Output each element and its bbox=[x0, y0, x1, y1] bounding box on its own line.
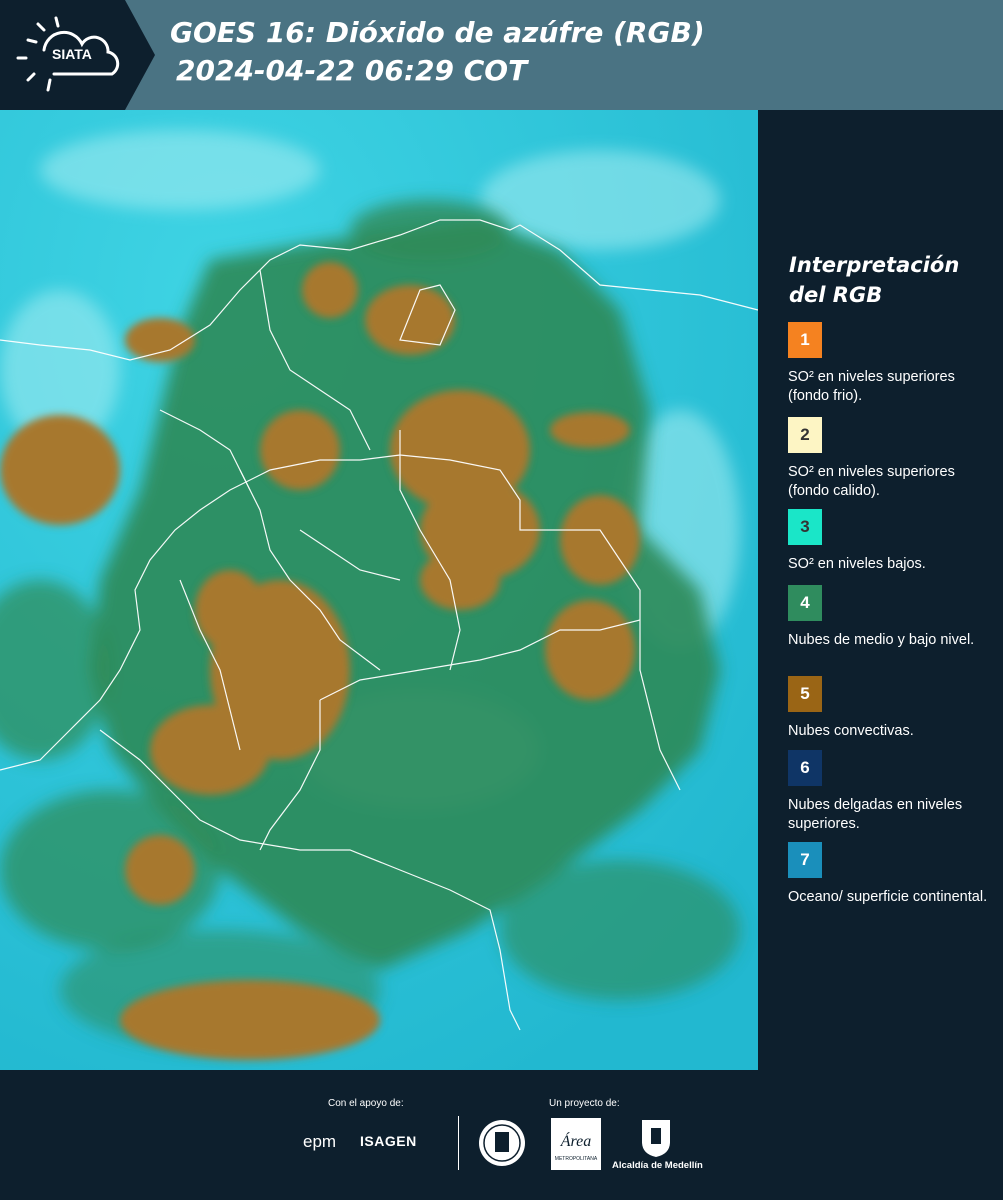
footer-divider bbox=[458, 1116, 459, 1170]
legend-item-4: 4 Nubes de medio y bajo nivel. bbox=[788, 585, 988, 650]
legend-swatch-4: 4 bbox=[788, 585, 822, 621]
svg-text:Área: Área bbox=[560, 1131, 592, 1150]
legend-item-3: 3 SO² en niveles bajos. bbox=[788, 509, 988, 574]
legend-panel: Interpretación del RGB 1 SO² en niveles … bbox=[758, 110, 1003, 1070]
legend-swatch-6: 6 bbox=[788, 750, 822, 786]
header-bar: SIATA GOES 16: Dióxido de azúfre (RGB) 2… bbox=[0, 0, 1003, 110]
legend-text-5: Nubes convectivas. bbox=[788, 723, 914, 739]
legend-swatch-1: 1 bbox=[788, 322, 822, 358]
legend-text-1: SO² en niveles superiores (fondo frio). bbox=[788, 369, 955, 404]
epm-logo[interactable]: epm bbox=[303, 1132, 336, 1152]
legend-text-4: Nubes de medio y bajo nivel. bbox=[788, 632, 975, 648]
legend-item-1: 1 SO² en niveles superiores (fondo frio)… bbox=[788, 322, 988, 406]
legend-item-7: 7 Oceano/ superficie continental. bbox=[788, 842, 988, 907]
legend-item-2: 2 SO² en niveles superiores (fondo calid… bbox=[788, 417, 988, 501]
legend-swatch-3: 3 bbox=[788, 509, 822, 545]
alcaldia-label[interactable]: Alcaldía de Medellín bbox=[612, 1160, 703, 1171]
legend-text-7: Oceano/ superficie continental. bbox=[788, 889, 988, 905]
legend-item-5: 5 Nubes convectivas. bbox=[788, 676, 988, 741]
medellin-seal-icon[interactable] bbox=[477, 1118, 527, 1168]
legend-swatch-5: 5 bbox=[788, 676, 822, 712]
footer: Con el apoyo de: Un proyecto de: epm ISA… bbox=[0, 1070, 1003, 1200]
project-label: Un proyecto de: bbox=[549, 1098, 620, 1109]
satellite-map[interactable] bbox=[0, 110, 758, 1070]
legend-text-3: SO² en niveles bajos. bbox=[788, 556, 926, 572]
siata-logo[interactable]: SIATA bbox=[0, 0, 155, 110]
legend-text-6: Nubes delgadas en niveles superiores. bbox=[788, 797, 963, 832]
timestamp: 2024-04-22 06:29 COT bbox=[176, 54, 528, 87]
support-label: Con el apoyo de: bbox=[328, 1098, 404, 1109]
alcaldia-shield-icon[interactable] bbox=[640, 1118, 672, 1158]
legend-swatch-7: 7 bbox=[788, 842, 822, 878]
legend-item-6: 6 Nubes delgadas en niveles superiores. bbox=[788, 750, 988, 834]
page-title: GOES 16: Dióxido de azúfre (RGB) bbox=[170, 16, 705, 49]
svg-text:METROPOLITANA: METROPOLITANA bbox=[555, 1156, 598, 1162]
isagen-logo[interactable]: ISAGEN bbox=[360, 1133, 417, 1149]
legend-swatch-2: 2 bbox=[788, 417, 822, 453]
area-metropolitana-logo[interactable]: Área METROPOLITANA bbox=[551, 1118, 601, 1170]
legend-text-2: SO² en niveles superiores (fondo calido)… bbox=[788, 464, 955, 499]
siata-logo-text: SIATA bbox=[52, 46, 92, 62]
legend-title: Interpretación del RGB bbox=[789, 253, 960, 307]
